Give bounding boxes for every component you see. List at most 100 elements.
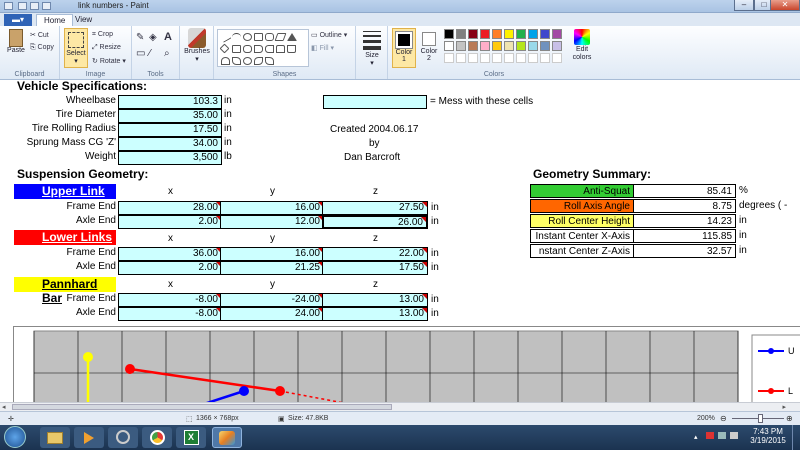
lightning-shape-icon[interactable]: [265, 57, 274, 65]
diamond-shape-icon[interactable]: [219, 43, 230, 54]
tab-view[interactable]: View: [68, 14, 99, 26]
right-arrow-shape-icon[interactable]: [254, 45, 263, 53]
system-clock[interactable]: 7:43 PM 3/19/2015: [748, 427, 788, 445]
scroll-left-arrow[interactable]: ◂: [2, 403, 6, 411]
shapes-gallery[interactable]: [217, 29, 309, 67]
pentagon-shape-icon[interactable]: [232, 45, 241, 53]
palette-swatch[interactable]: [528, 29, 538, 39]
palette-swatch[interactable]: [516, 29, 526, 39]
scroll-right-arrow[interactable]: ▸: [782, 403, 786, 411]
palette-swatch[interactable]: [552, 53, 562, 63]
palette-swatch[interactable]: [504, 53, 514, 63]
palette-swatch[interactable]: [528, 53, 538, 63]
steering-wheel-taskbar-icon[interactable]: [108, 427, 138, 448]
palette-swatch[interactable]: [504, 29, 514, 39]
palette-swatch[interactable]: [444, 41, 454, 51]
line-shape-icon[interactable]: [219, 31, 232, 43]
crop-button[interactable]: ⌗ Crop: [92, 31, 113, 39]
fill-dropdown[interactable]: ◧ Fill ▾: [311, 44, 334, 52]
outline-dropdown[interactable]: ▭ Outline ▾: [311, 31, 347, 39]
undo-icon[interactable]: [30, 2, 39, 10]
horizontal-scrollbar[interactable]: ◂ ▸: [0, 402, 800, 411]
copy-button[interactable]: ⎘ Copy: [30, 44, 54, 52]
select-button[interactable]: Select ▾: [64, 28, 88, 68]
palette-swatch[interactable]: [540, 53, 550, 63]
scroll-thumb[interactable]: [12, 404, 392, 410]
edit-colors-button[interactable]: Edit colors: [570, 28, 594, 62]
star-shape-icon[interactable]: [221, 57, 230, 65]
media-player-taskbar-icon[interactable]: [74, 427, 104, 448]
action-center-icon[interactable]: [706, 432, 714, 439]
hexagon-shape-icon[interactable]: [243, 45, 252, 53]
zoom-slider-thumb[interactable]: [758, 414, 763, 423]
network-icon[interactable]: [718, 432, 726, 439]
paint-taskbar-icon[interactable]: [212, 427, 242, 448]
color-picker-icon[interactable]: ⁄: [149, 48, 151, 59]
oval-shape-icon[interactable]: [243, 33, 252, 41]
palette-swatch[interactable]: [468, 29, 478, 39]
cut-button[interactable]: ✂ Cut: [30, 31, 49, 39]
pencil-icon[interactable]: ✎: [136, 32, 144, 43]
palette-swatch[interactable]: [540, 29, 550, 39]
palette-swatch[interactable]: [540, 41, 550, 51]
show-desktop-button[interactable]: [792, 425, 800, 450]
file-menu-button[interactable]: ▬▾: [4, 14, 32, 26]
start-button[interactable]: [4, 426, 26, 448]
rotate-button[interactable]: ↻ Rotate ▾: [92, 57, 126, 65]
palette-swatch[interactable]: [480, 41, 490, 51]
paint-app-icon[interactable]: [4, 2, 13, 10]
palette-swatch[interactable]: [468, 41, 478, 51]
callout-shape-icon[interactable]: [232, 57, 241, 65]
paint-canvas[interactable]: Vehicle Specifications: Wheelbase 103.3 …: [0, 80, 800, 402]
palette-swatch[interactable]: [456, 41, 466, 51]
fill-bucket-icon[interactable]: ◈: [149, 32, 157, 43]
up-arrow-shape-icon[interactable]: [276, 45, 285, 53]
size-button[interactable]: Size ▾: [359, 29, 385, 67]
palette-swatch[interactable]: [552, 41, 562, 51]
cloud-callout-shape-icon[interactable]: [243, 57, 252, 65]
text-tool-icon[interactable]: A: [164, 31, 172, 43]
copy-label: Copy: [37, 44, 54, 51]
save-icon[interactable]: [18, 2, 27, 10]
palette-swatch[interactable]: [528, 41, 538, 51]
palette-swatch[interactable]: [492, 53, 502, 63]
show-hidden-icons-icon[interactable]: ▴: [694, 433, 698, 441]
palette-swatch[interactable]: [492, 41, 502, 51]
chrome-taskbar-icon[interactable]: [142, 427, 172, 448]
palette-swatch[interactable]: [444, 53, 454, 63]
palette-swatch[interactable]: [516, 53, 526, 63]
palette-swatch[interactable]: [516, 41, 526, 51]
palette-swatch[interactable]: [480, 53, 490, 63]
brushes-button[interactable]: Brushes ▾: [182, 28, 212, 63]
color1-button[interactable]: Color 1: [392, 28, 416, 68]
magnifier-icon[interactable]: ⌕: [164, 48, 170, 59]
left-arrow-shape-icon[interactable]: [265, 45, 274, 53]
palette-swatch[interactable]: [468, 53, 478, 63]
color2-button[interactable]: Color 2: [418, 28, 440, 68]
down-arrow-shape-icon[interactable]: [287, 45, 296, 53]
paste-button[interactable]: Paste: [5, 29, 27, 54]
palette-swatch[interactable]: [504, 41, 514, 51]
volume-icon[interactable]: [730, 432, 738, 439]
close-button[interactable]: ✕: [770, 0, 800, 11]
palette-swatch[interactable]: [552, 29, 562, 39]
explorer-taskbar-icon[interactable]: [40, 427, 70, 448]
redo-icon[interactable]: [42, 2, 51, 10]
zoom-in-button[interactable]: ⊕: [786, 414, 793, 423]
heart-shape-icon[interactable]: [254, 57, 263, 65]
triangle-shape-icon[interactable]: [287, 33, 297, 41]
palette-swatch[interactable]: [456, 29, 466, 39]
rounded-rectangle-shape-icon[interactable]: [265, 33, 274, 41]
curve-shape-icon[interactable]: [232, 33, 241, 41]
polygon-shape-icon[interactable]: [274, 33, 287, 41]
excel-taskbar-icon[interactable]: X: [176, 427, 206, 448]
minimize-button[interactable]: –: [734, 0, 754, 11]
palette-swatch[interactable]: [480, 29, 490, 39]
eraser-icon[interactable]: ▭: [136, 48, 145, 59]
palette-swatch[interactable]: [444, 29, 454, 39]
palette-swatch[interactable]: [456, 53, 466, 63]
zoom-out-button[interactable]: ⊖: [720, 414, 727, 423]
palette-swatch[interactable]: [492, 29, 502, 39]
resize-button[interactable]: ⤢ Resize: [92, 44, 121, 52]
rectangle-shape-icon[interactable]: [254, 33, 263, 41]
